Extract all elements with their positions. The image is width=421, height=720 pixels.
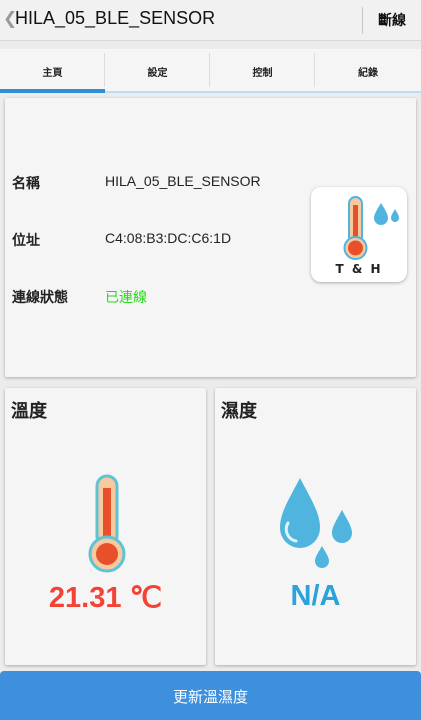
- header-divider: [362, 7, 363, 34]
- tab-underline: [315, 91, 421, 93]
- tab-settings[interactable]: 設定: [105, 49, 210, 93]
- tab-settings-label: 設定: [147, 68, 168, 79]
- temperature-value: 21.31 ℃: [48, 582, 163, 614]
- humidity-value: N/A: [290, 580, 341, 612]
- update-readings-button[interactable]: 更新溫濕度: [0, 671, 421, 720]
- thermometer-drops-icon: T & H: [311, 187, 407, 282]
- app-bar: ❮ HILA_05_BLE_SENSOR 斷線: [0, 0, 421, 41]
- tab-underline: [105, 91, 210, 93]
- tab-indicator: [0, 89, 105, 93]
- address-label: 位址: [12, 233, 40, 249]
- thermometer-icon: [88, 474, 126, 573]
- device-info-card: 名稱 HILA_05_BLE_SENSOR 位址 C4:08:B3:DC:C6:…: [5, 98, 416, 377]
- temperature-title: 溫度: [11, 401, 47, 422]
- tab-bar: 主頁 設定 控制 紀錄: [0, 49, 421, 93]
- device-title: HILA_05_BLE_SENSOR: [15, 8, 216, 28]
- tab-home[interactable]: 主頁: [0, 49, 105, 93]
- thermometer-icon: [343, 196, 399, 260]
- name-label: 名稱: [12, 176, 40, 192]
- address-value: C4:08:B3:DC:C6:1D: [105, 230, 232, 246]
- tab-home-label: 主頁: [42, 68, 63, 79]
- tab-underline: [210, 91, 315, 93]
- tab-records-label: 紀錄: [358, 68, 378, 79]
- name-value: HILA_05_BLE_SENSOR: [105, 173, 261, 189]
- tab-records[interactable]: 紀錄: [315, 49, 421, 93]
- temperature-card: 溫度 21.31 ℃: [5, 388, 206, 665]
- disconnect-button[interactable]: 斷線: [378, 10, 406, 30]
- status-label: 連線狀態: [12, 290, 68, 306]
- connection-status-value: 已連線: [105, 289, 147, 305]
- humidity-title: 濕度: [221, 401, 257, 422]
- water-drops-icon: [280, 478, 352, 568]
- tab-control[interactable]: 控制: [210, 49, 315, 93]
- humidity-card: 濕度 N/A: [215, 388, 416, 665]
- tab-control-label: 控制: [252, 68, 273, 79]
- device-icon-text: T & H: [335, 262, 383, 276]
